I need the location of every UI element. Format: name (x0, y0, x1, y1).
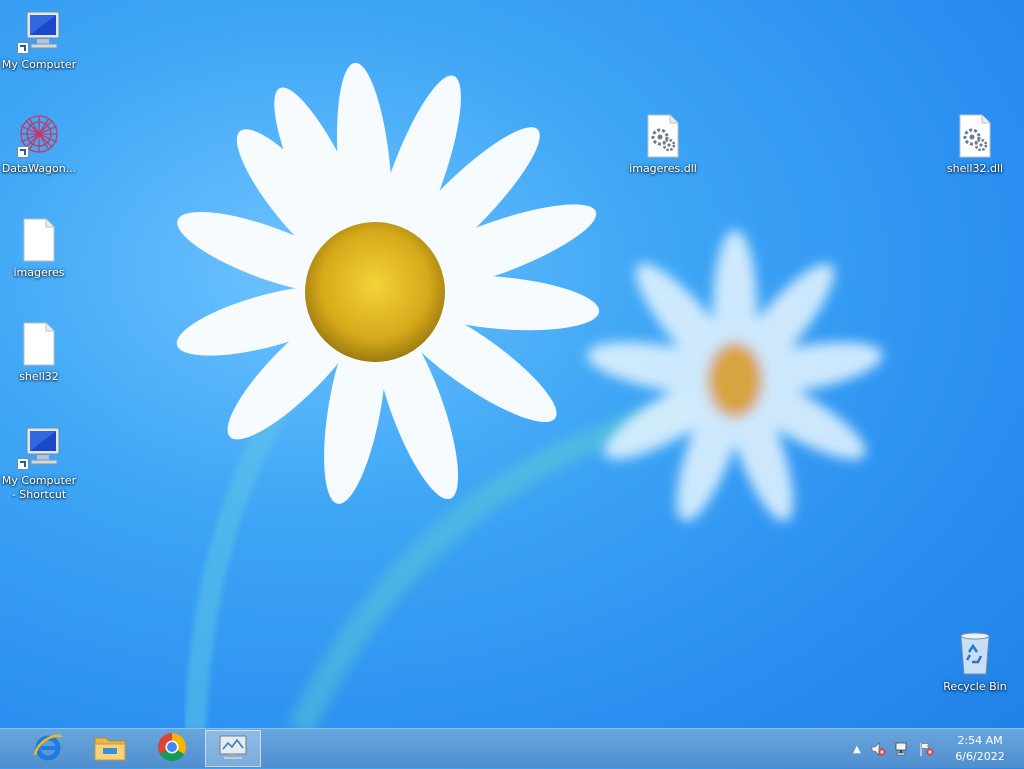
taskbar: ▲ 2:54 AM 6/6/2022 (0, 728, 1024, 768)
desktop-icon-label: My Computer (1, 58, 77, 71)
shortcut-arrow-icon (17, 146, 29, 158)
desktop-icon-recycle-bin[interactable]: Recycle Bin (937, 630, 1013, 694)
desktop-icon-label: Recycle Bin (943, 680, 1007, 693)
desktop-icon-label: shell32.dll (946, 162, 1004, 175)
wallpaper-daisies (176, 62, 883, 730)
datawagon-icon (15, 112, 63, 160)
volume-muted-icon[interactable] (866, 741, 890, 757)
desktop-icon-shell32-dll[interactable]: shell32.dll (937, 112, 1013, 176)
desktop-icon-label: My Computer - Shortcut (1, 474, 77, 501)
blank-file-icon (15, 216, 63, 264)
file-explorer-icon (93, 732, 127, 766)
taskbar-clock[interactable]: 2:54 AM 6/6/2022 (952, 733, 1008, 765)
desktop-icon-my-computer-shortcut[interactable]: My Computer - Shortcut (1, 424, 77, 502)
show-hidden-icons-arrow-icon[interactable]: ▲ (848, 744, 866, 755)
desktop-icon-label: imageres.dll (629, 162, 697, 175)
taskbar-active-window-button[interactable] (205, 730, 261, 767)
desktop-icon-datawagon[interactable]: DataWagon... (1, 112, 77, 176)
desktop-icon-my-computer[interactable]: My Computer (1, 8, 77, 72)
dll-file-icon (639, 112, 687, 160)
network-icon[interactable] (890, 741, 914, 757)
dll-file-icon (951, 112, 999, 160)
taskbar-chrome-button[interactable] (144, 730, 200, 767)
desktop-icon-imageres-dll[interactable]: imageres.dll (625, 112, 701, 176)
desktop-icon-label: shell32 (19, 370, 59, 383)
shortcut-arrow-icon (17, 42, 29, 54)
taskbar-file-explorer-button[interactable] (82, 730, 138, 767)
blank-file-icon (15, 320, 63, 368)
desktop-icon-label: imageres (13, 266, 65, 279)
desktop-icon-imageres[interactable]: imageres (1, 216, 77, 280)
internet-explorer-icon (32, 731, 64, 767)
taskbar-internet-explorer-button[interactable] (20, 730, 76, 767)
desktop-icon-shell32[interactable]: shell32 (1, 320, 77, 384)
clock-date: 6/6/2022 (955, 750, 1005, 763)
chrome-icon (157, 732, 187, 766)
action-center-flag-icon[interactable] (914, 741, 938, 757)
recycle-bin-icon (951, 630, 999, 678)
monitor-app-icon (217, 733, 249, 765)
shortcut-arrow-icon (17, 458, 29, 470)
computer-icon (15, 8, 63, 56)
computer-icon (15, 424, 63, 472)
system-tray: ▲ (848, 729, 938, 769)
desktop-icon-label: DataWagon... (1, 162, 77, 175)
clock-time: 2:54 AM (957, 734, 1003, 747)
